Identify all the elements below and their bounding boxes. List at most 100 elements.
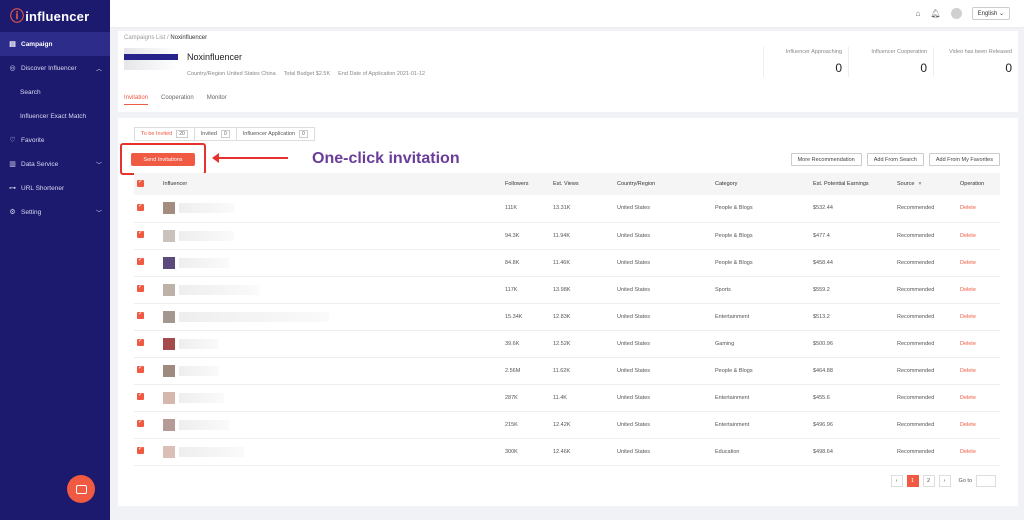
delete-link[interactable]: Delete [957,276,1000,304]
table-row[interactable]: 39.6K12.52KUnited StatesGaming$500.96Rec… [134,330,1000,358]
cell-influencer[interactable] [160,222,502,250]
sidebar-item-setting[interactable]: ⚙ Setting ﹀ [0,200,110,224]
table-row[interactable]: 94.3K11.94KUnited StatesPeople & Blogs$4… [134,222,1000,250]
cell-influencer[interactable] [160,195,502,223]
prev-page-button[interactable]: ‹ [890,475,903,487]
checkbox[interactable] [137,418,144,427]
home-icon[interactable]: ⌂ [916,9,921,18]
send-invitations-button[interactable]: Send Invitations [131,153,195,166]
tab-monitor[interactable]: Monitor [207,95,227,105]
avatar[interactable] [950,8,962,19]
subtab-to-be-invited[interactable]: To be Invited 20 [134,127,195,141]
checkbox[interactable] [137,445,144,454]
delete-link[interactable]: Delete [957,222,1000,250]
checkbox[interactable] [137,364,144,373]
checkbox[interactable] [137,202,144,211]
cell-country: United States [614,330,712,358]
table-row[interactable]: 287K11.4KUnited StatesEntertainment$455.… [134,384,1000,412]
col-source[interactable]: Source ▼ [894,173,957,195]
cell-source: Recommended [894,195,957,223]
cell-influencer[interactable] [160,249,502,277]
page-1[interactable]: 1 [906,475,919,487]
delete-link[interactable]: Delete [957,195,1000,223]
sidebar-item-discover-influencer[interactable]: ◎ Discover Influencer ︿ [0,56,110,80]
checkbox[interactable] [137,178,144,187]
cell-source: Recommended [894,438,957,466]
sidebar-item-campaign[interactable]: ▤ Campaign [0,32,110,56]
cell-influencer[interactable] [160,303,502,331]
language-select[interactable]: English ⌄ [971,7,1010,20]
checkbox[interactable] [137,229,144,238]
table-row[interactable]: 84.8K11.46KUnited StatesPeople & Blogs$4… [134,249,1000,277]
breadcrumb-parent[interactable]: Campaigns List [124,35,165,41]
sidebar-item-url-shortener[interactable]: ⊶ URL Shortener [0,176,110,200]
sidebar-item-data-service[interactable]: ▥ Data Service ﹀ [0,152,110,176]
add-from-favorites-button[interactable]: Add From My Favorites [928,153,1000,166]
row-checkbox[interactable] [134,438,160,466]
delete-link[interactable]: Delete [957,411,1000,439]
delete-link[interactable]: Delete [957,438,1000,466]
row-checkbox[interactable] [134,357,160,385]
row-checkbox[interactable] [134,411,160,439]
cell-influencer[interactable] [160,357,502,385]
delete-link[interactable]: Delete [957,357,1000,385]
stat-released: Video has been Released 0 [933,47,1018,77]
cell-influencer[interactable] [160,276,502,304]
action-buttons: More Recommendation Add From Search Add … [790,153,1000,166]
delete-link[interactable]: Delete [957,249,1000,277]
tab-invitation[interactable]: Invitation [124,95,149,105]
filter-icon[interactable]: ▼ [917,181,922,187]
cell-earnings: $477.4 [810,222,894,250]
cell-country: United States [614,222,712,250]
row-checkbox[interactable] [134,330,160,358]
sidebar-item-search[interactable]: Search [0,80,110,104]
checkbox[interactable] [137,337,144,346]
delete-link[interactable]: Delete [957,330,1000,358]
row-checkbox[interactable] [134,249,160,277]
row-checkbox[interactable] [134,303,160,331]
checkbox[interactable] [137,256,144,265]
table-row[interactable]: 2.56M11.62KUnited StatesPeople & Blogs$4… [134,357,1000,385]
table-row[interactable]: 215K12.42KUnited StatesEntertainment$496… [134,411,1000,439]
next-page-button[interactable]: › [938,475,951,487]
table-row[interactable]: 117K13.98KUnited StatesSports$559.2Recom… [134,276,1000,304]
row-checkbox[interactable] [134,195,160,223]
bell-icon[interactable]: 🔔︎ [930,9,940,18]
cell-source: Recommended [894,384,957,412]
checkbox[interactable] [137,283,144,292]
subtab-influencer-application[interactable]: Influencer Application 0 [236,127,315,141]
delete-link[interactable]: Delete [957,303,1000,331]
delete-link[interactable]: Delete [957,384,1000,412]
cell-followers: 39.6K [502,330,550,358]
table-row[interactable]: 111K13.31KUnited StatesPeople & Blogs$53… [134,195,1000,223]
cell-views: 11.4K [550,384,614,412]
cell-country: United States [614,303,712,331]
cell-views: 11.46K [550,249,614,277]
sidebar-item-exact-match[interactable]: Influencer Exact Match [0,104,110,128]
checkbox[interactable] [137,310,144,319]
goto-input[interactable] [976,475,996,487]
subtab-invited[interactable]: Invited 0 [194,127,237,141]
cell-influencer[interactable] [160,384,502,412]
tab-cooperation[interactable]: Cooperation [161,95,194,105]
table-row[interactable]: 300K12.46KUnited StatesEducation$498.64R… [134,438,1000,466]
checkbox[interactable] [137,391,144,400]
cell-influencer[interactable] [160,330,502,358]
cell-influencer[interactable] [160,438,502,466]
row-checkbox[interactable] [134,276,160,304]
select-all[interactable] [134,173,160,195]
chat-button[interactable] [67,475,95,503]
add-from-search-button[interactable]: Add From Search [866,153,924,166]
cell-country: United States [614,276,712,304]
row-checkbox[interactable] [134,222,160,250]
invitation-panel: To be Invited 20 Invited 0 Influencer Ap… [118,118,1018,506]
page-2[interactable]: 2 [922,475,935,487]
cell-influencer[interactable] [160,411,502,439]
more-recommendation-button[interactable]: More Recommendation [790,153,862,166]
cell-source: Recommended [894,303,957,331]
brand-logo[interactable]: ⓘ influencer [0,0,110,32]
influencer-avatar [163,202,175,215]
sidebar-item-favorite[interactable]: ♡ Favorite [0,128,110,152]
table-row[interactable]: 15.34K12.83KUnited StatesEntertainment$5… [134,303,1000,331]
row-checkbox[interactable] [134,384,160,412]
